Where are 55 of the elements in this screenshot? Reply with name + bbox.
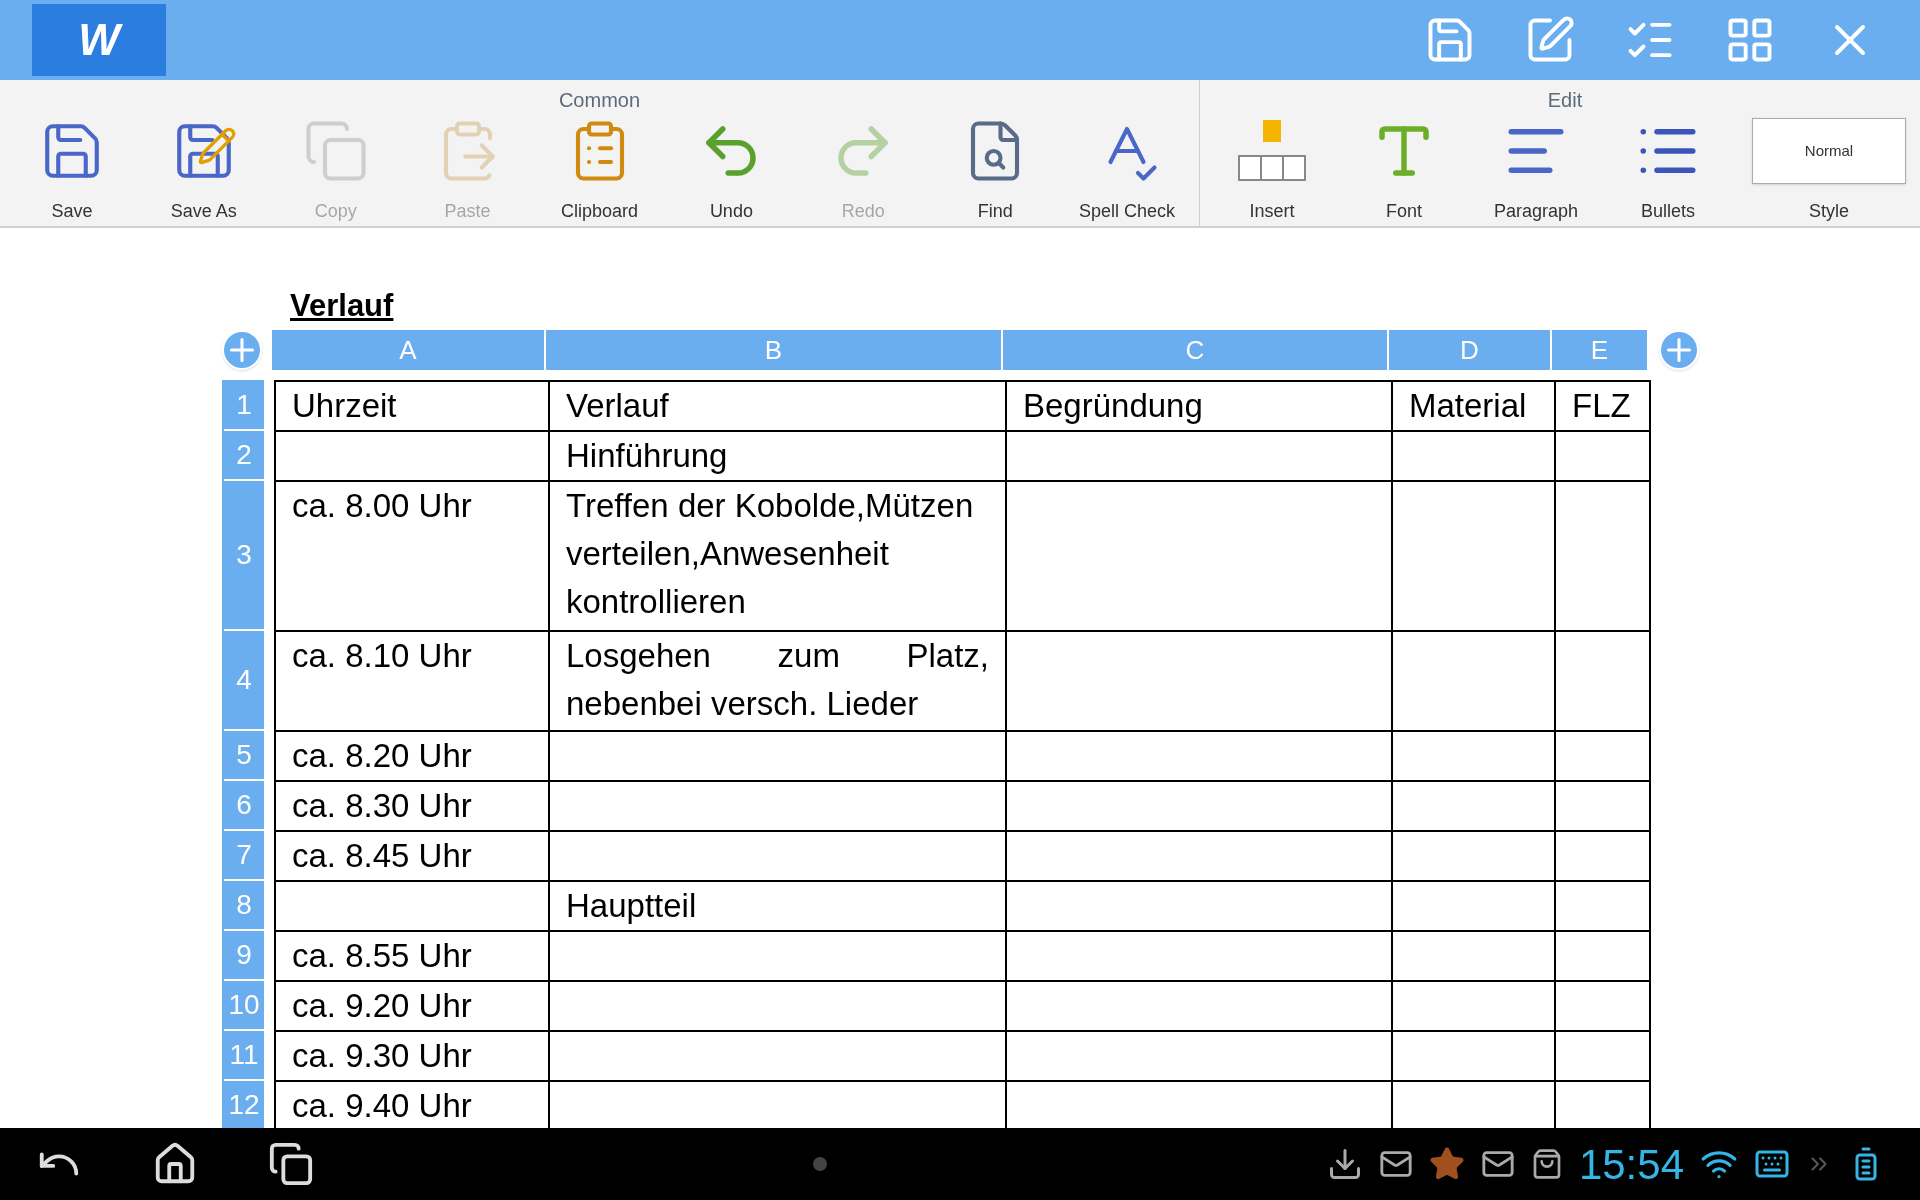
table-cell-text: Hauptteil [566,886,698,926]
table-cell-text: Material [1409,386,1528,426]
column-header[interactable]: B [546,330,1003,370]
insert-block-icon [1237,118,1307,184]
table-cell-text: ca. 9.40 Uhr [292,1086,473,1126]
table-cell-text: ca. 8.45 Uhr [292,836,473,876]
toolbar-button[interactable]: Find [929,112,1062,225]
group-label: Common [558,88,641,112]
toolbar-button[interactable]: Paragraph [1470,112,1602,225]
table-cell-text: ca. 8.20 Uhr [292,736,473,776]
toolbar-button[interactable]: Insert [1206,112,1338,225]
table-cell-text: Verlauf [566,386,670,426]
column-header[interactable]: A [272,330,546,370]
toolbar-button[interactable]: Bullets [1602,112,1734,225]
row-header[interactable]: 2 [224,431,264,481]
toolbar-button[interactable]: Undo [665,112,798,225]
row-header[interactable]: 3 [224,481,264,631]
row-header[interactable]: 12 [224,1081,264,1128]
recent-apps-icon[interactable] [268,1141,314,1187]
column-header[interactable]: D [1389,330,1552,370]
toolbar-button[interactable]: Font [1338,112,1470,225]
toolbar-button[interactable]: Save [6,112,138,225]
star-icon [1428,1146,1465,1182]
table-cell-text: ca. 8.10 Uhr [292,636,473,676]
table-cell-text: ca. 8.30 Uhr [292,786,473,826]
clock: 15:54 [1578,1139,1684,1190]
toolbar-button[interactable]: Save As [137,112,270,225]
table-cell-text: Begründung [1023,386,1204,426]
row-header[interactable]: 7 [224,831,264,881]
toolbar-button[interactable]: Normal Style [1734,112,1920,225]
table-cell-text: Losgehen zum Platz, nebenbei versch. Lieder [566,636,989,724]
table-cell-text: Treffen der Kobolde,Mützen verteilen,Anwesenheit kontrollieren [566,486,975,622]
document-heading: Verlauf [290,287,395,325]
row-header[interactable]: 10 [224,981,264,1031]
row-header[interactable]: 8 [224,881,264,931]
row-header[interactable]: 5 [224,731,264,781]
column-header[interactable]: C [1003,330,1389,370]
toolbar-button[interactable]: Spell Check [1061,112,1193,225]
column-header[interactable]: E [1552,330,1647,370]
table-cell-text: ca. 8.55 Uhr [292,936,473,976]
app-logo[interactable]: W [32,4,166,76]
group-label: Edit [1547,88,1583,112]
row-header[interactable]: 9 [224,931,264,981]
table-cell-text: FLZ [1572,386,1632,426]
table-cell-text: ca. 9.20 Uhr [292,986,473,1026]
row-header[interactable]: 11 [224,1031,264,1081]
table-cell-text: ca. 9.30 Uhr [292,1036,473,1076]
style-preview: Normal [1752,118,1906,184]
table-cell-text: Uhrzeit [292,386,398,426]
table-cell-text: ca. 8.00 Uhr [292,486,473,526]
row-header[interactable]: 1 [224,380,264,431]
table-cell-text: Hinführung [566,436,729,476]
row-header[interactable]: 6 [224,781,264,831]
toolbar-button[interactable]: Clipboard [533,112,666,225]
row-header[interactable]: 4 [224,631,264,731]
